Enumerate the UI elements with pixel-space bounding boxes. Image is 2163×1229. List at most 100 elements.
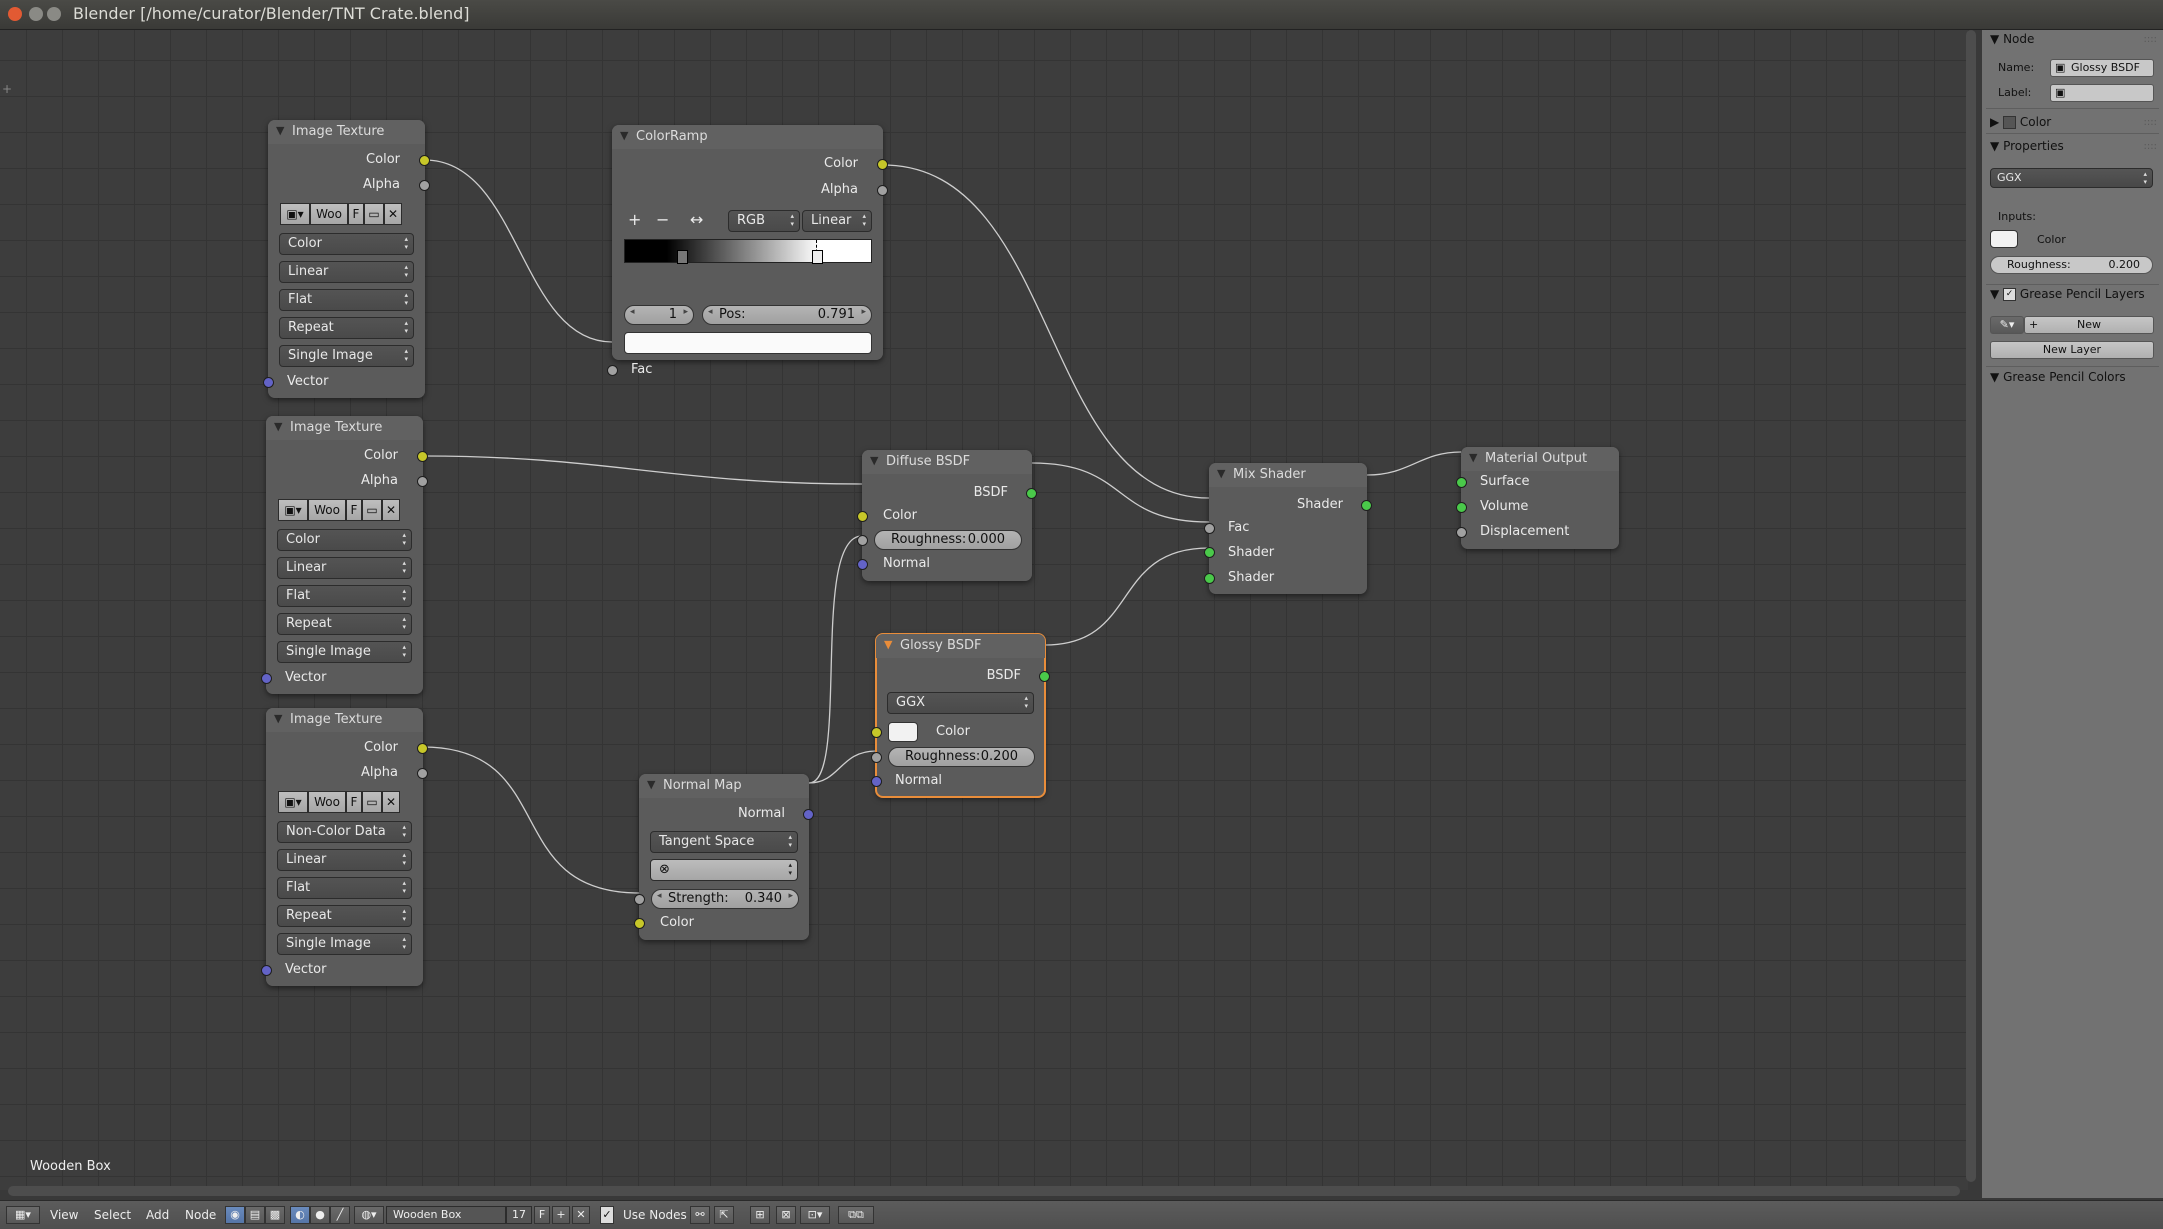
collapse-icon[interactable]: ▼	[276, 124, 284, 137]
window-close-button[interactable]	[8, 7, 22, 21]
properties-panel-header[interactable]: ▼ Properties	[1990, 139, 2064, 153]
collapse-icon[interactable]: ▼	[1469, 451, 1477, 464]
add-stop-button[interactable]: +	[628, 210, 641, 229]
image-browse-icon[interactable]: ▣▾	[280, 203, 310, 225]
material-users-count[interactable]: 17	[506, 1206, 532, 1224]
window-maximize-button[interactable]	[47, 7, 61, 21]
output-alpha-socket[interactable]	[417, 768, 428, 779]
collapse-icon[interactable]: ▼	[1217, 467, 1225, 480]
interpolation-dropdown[interactable]: Linear	[277, 557, 412, 579]
color-space-dropdown[interactable]: Non-Color Data	[277, 821, 412, 843]
interpolation-dropdown[interactable]: Linear	[277, 849, 412, 871]
shader-nodes-icon[interactable]: ◉	[225, 1206, 245, 1224]
input-vector-socket[interactable]	[261, 673, 272, 684]
output-bsdf-socket[interactable]	[1026, 488, 1037, 499]
strength-field[interactable]: ◂ Strength: 0.340 ▸	[651, 889, 799, 909]
source-dropdown[interactable]: Single Image	[277, 641, 412, 663]
collapse-icon[interactable]: ▼	[647, 778, 655, 791]
grease-pencil-layers-header[interactable]: ▼ ✓ Grease Pencil Layers	[1990, 287, 2145, 301]
node-name-field[interactable]: ▣ Glossy BSDF	[2050, 59, 2154, 77]
image-selector[interactable]: ▣▾ Woo F ▭ ✕	[278, 791, 413, 813]
node-label-field[interactable]: ▣	[2050, 84, 2154, 102]
unlink-material-icon[interactable]: ✕	[572, 1206, 590, 1224]
image-browse-icon[interactable]: ▣▾	[278, 791, 308, 813]
input-volume-socket[interactable]	[1456, 502, 1467, 513]
node-header[interactable]: ▼ Mix Shader	[1209, 463, 1367, 487]
output-alpha-socket[interactable]	[877, 185, 888, 196]
open-folder-icon[interactable]: ▭	[362, 791, 382, 813]
color-panel-checkbox[interactable]	[2003, 116, 2017, 129]
output-color-socket[interactable]	[419, 155, 430, 166]
extension-dropdown[interactable]: Repeat	[279, 317, 414, 339]
node-header[interactable]: ▼ Glossy BSDF	[876, 634, 1045, 658]
image-name-field[interactable]: Woo	[308, 499, 346, 521]
input-vector-socket[interactable]	[263, 377, 274, 388]
uv-map-field[interactable]: ⊗	[650, 859, 798, 881]
color-swatch[interactable]	[1990, 230, 2018, 248]
color-space-dropdown[interactable]: Color	[279, 233, 414, 255]
image-selector[interactable]: ▣▾ Woo F ▭ ✕	[278, 499, 413, 521]
roughness-field[interactable]: Roughness: 0.000	[874, 530, 1022, 550]
image-texture-node-3[interactable]: ▼ Image Texture Color Alpha ▣▾ Woo F ▭ ✕ …	[261, 708, 428, 986]
stop-position-field[interactable]: ◂ Pos: 0.791 ▸	[702, 305, 872, 325]
fake-user-button[interactable]: F	[346, 791, 362, 813]
window-minimize-button[interactable]	[29, 7, 43, 21]
new-layer-button[interactable]: New Layer	[1990, 341, 2154, 359]
space-dropdown[interactable]: Tangent Space	[650, 831, 798, 853]
open-folder-icon[interactable]: ▭	[362, 499, 382, 521]
input-roughness-socket[interactable]	[871, 752, 882, 763]
unlink-icon[interactable]: ✕	[384, 203, 402, 225]
image-browse-icon[interactable]: ▣▾	[278, 499, 308, 521]
projection-dropdown[interactable]: Flat	[279, 289, 414, 311]
extension-dropdown[interactable]: Repeat	[277, 613, 412, 635]
copy-paste-nodes-icon[interactable]: ⧉⧉	[838, 1206, 874, 1224]
input-roughness-socket[interactable]	[857, 535, 868, 546]
image-name-field[interactable]: Woo	[308, 791, 346, 813]
material-output-node[interactable]: ▼ Material Output Surface Volume Displace…	[1456, 447, 1619, 549]
input-color-socket[interactable]	[857, 511, 868, 522]
vertical-scrollbar[interactable]	[1966, 30, 1976, 1182]
input-vector-socket[interactable]	[261, 965, 272, 976]
source-dropdown[interactable]: Single Image	[279, 345, 414, 367]
input-fac-socket[interactable]	[1204, 523, 1215, 534]
material-name-field[interactable]: Wooden Box	[386, 1206, 506, 1224]
image-texture-node-2[interactable]: ▼ Image Texture Color Alpha ▣▾ Woo F ▭ ✕ …	[261, 416, 428, 694]
collapse-icon[interactable]: ▼	[870, 454, 878, 467]
editor-type-icon[interactable]: ▦▾	[6, 1206, 40, 1224]
use-nodes-checkbox[interactable]: ✓	[600, 1206, 614, 1224]
compositing-nodes-icon[interactable]: ▤	[245, 1206, 265, 1224]
output-color-socket[interactable]	[877, 159, 888, 170]
node-header[interactable]: ▼ Material Output	[1461, 447, 1619, 471]
input-fac-socket[interactable]	[607, 365, 618, 376]
node-editor-canvas[interactable]: + ▼ Image Texture Color Alpha ▣▾ Woo F ▭ …	[0, 30, 1968, 1190]
projection-dropdown[interactable]: Flat	[277, 877, 412, 899]
snap-toggle-icon[interactable]: ⊞	[750, 1206, 770, 1224]
stop-color-swatch[interactable]	[624, 332, 872, 354]
color-swatch[interactable]	[888, 722, 918, 742]
input-strength-socket[interactable]	[634, 894, 645, 905]
input-surface-socket[interactable]	[1456, 477, 1467, 488]
collapse-icon[interactable]: ▼	[620, 129, 628, 142]
material-browse-icon[interactable]: ◍▾	[354, 1206, 384, 1224]
backdrop-icon[interactable]: ⚯	[690, 1206, 710, 1224]
diffuse-bsdf-node[interactable]: ▼ Diffuse BSDF BSDF Color Roughness: 0.000…	[857, 450, 1037, 581]
distribution-dropdown[interactable]: GGX	[887, 692, 1034, 714]
input-shader-2-socket[interactable]	[1204, 573, 1215, 584]
image-name-field[interactable]: Woo	[310, 203, 348, 225]
roughness-field[interactable]: Roughness: 0.200	[888, 747, 1035, 767]
fake-user-button[interactable]: F	[348, 203, 364, 225]
projection-dropdown[interactable]: Flat	[277, 585, 412, 607]
snap-node-element-icon[interactable]: ⊡▾	[800, 1206, 830, 1224]
menu-node[interactable]: Node	[185, 1208, 216, 1222]
remove-stop-button[interactable]: −	[656, 210, 669, 229]
output-color-socket[interactable]	[417, 451, 428, 462]
color-mode-dropdown[interactable]: RGB	[728, 210, 800, 232]
interpolation-dropdown[interactable]: Linear	[279, 261, 414, 283]
output-alpha-socket[interactable]	[417, 476, 428, 487]
add-material-icon[interactable]: +	[552, 1206, 570, 1224]
fake-user-button[interactable]: F	[346, 499, 362, 521]
output-color-socket[interactable]	[417, 743, 428, 754]
distribution-dropdown[interactable]: GGX	[1990, 168, 2153, 188]
input-normal-socket[interactable]	[857, 559, 868, 570]
ramp-stop-1-handle[interactable]	[812, 250, 823, 264]
